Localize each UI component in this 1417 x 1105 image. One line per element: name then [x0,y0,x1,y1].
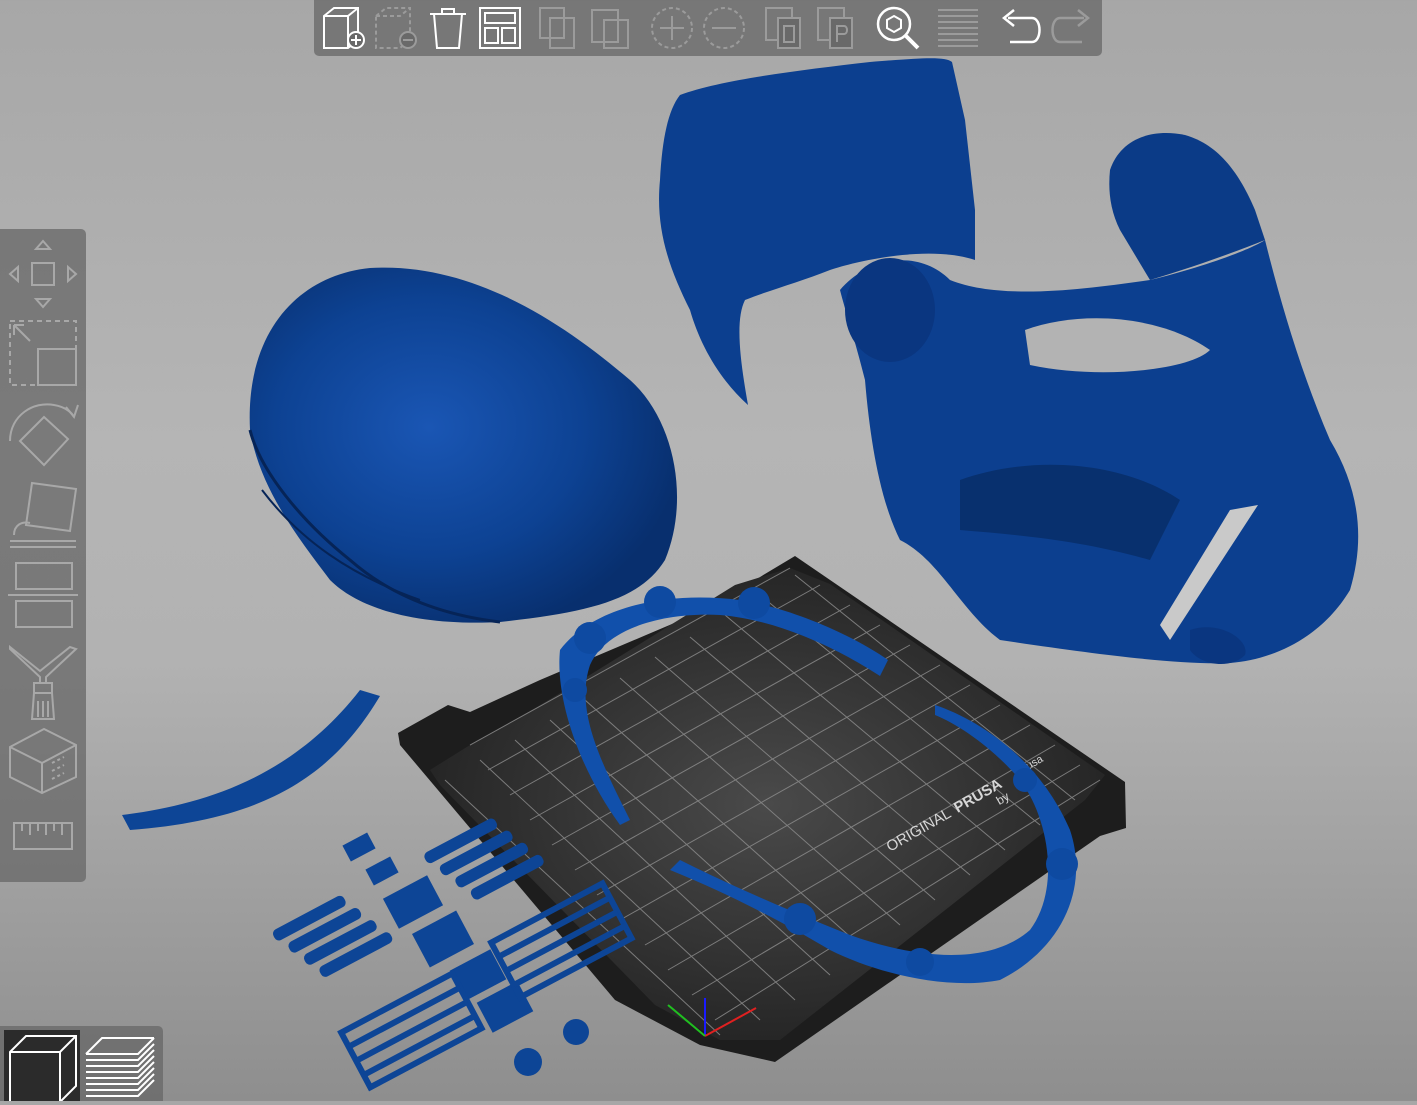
ruler-icon [13,822,73,850]
minus-circle-icon [703,7,745,49]
scale-icon [9,320,77,386]
rotate-icon [9,403,79,467]
search-button[interactable] [872,2,924,54]
view-toolbar [0,1026,163,1103]
copy-icon [539,7,575,49]
variable-layer-cube-icon [9,727,77,795]
copy-button[interactable] [534,2,586,54]
delete-all-button[interactable] [422,2,474,54]
3d-view-button[interactable] [4,1030,80,1103]
more-instances-button[interactable] [646,2,698,54]
plus-circle-icon [651,7,693,49]
paint-supports-tool-button[interactable] [4,641,82,723]
top-toolbar [314,0,1102,56]
add-cube-icon [323,7,365,49]
scene-canvas[interactable]: ORIGINAL PRUSA by Prusa [0,0,1417,1101]
undo-button[interactable] [994,2,1046,54]
paste-button[interactable] [586,2,638,54]
paste-icon [591,9,629,49]
arrange-button[interactable] [474,2,526,54]
fewer-instances-button[interactable] [698,2,750,54]
undo-icon [1001,9,1041,44]
preview-button[interactable] [82,1030,158,1101]
split-objects-button[interactable] [760,2,812,54]
left-toolbar [0,229,86,882]
3d-view-cube-icon [9,1035,77,1103]
model-helmet-body[interactable] [659,58,1359,665]
split-objects-icon [765,7,801,49]
add-button[interactable] [318,2,370,54]
cut-tool-button[interactable] [4,557,82,635]
trash-icon [430,8,466,49]
place-on-face-tool-button[interactable] [4,479,82,551]
delete-cube-icon [375,7,417,49]
model-helmet-dome[interactable] [248,267,678,624]
place-on-face-icon [10,481,78,548]
split-parts-button[interactable] [812,2,864,54]
delete-button[interactable] [370,2,422,54]
rotate-tool-button[interactable] [4,395,82,473]
layers-editing-button[interactable] [932,2,984,54]
move-icon [8,239,78,309]
move-tool-button[interactable] [4,235,82,313]
paint-supports-icon [9,644,78,720]
search-icon [876,6,920,50]
redo-icon [1051,9,1091,44]
scale-tool-button[interactable] [4,317,82,389]
model-strap-curve[interactable] [122,690,380,830]
split-parts-icon [817,7,853,49]
redo-button[interactable] [1046,2,1098,54]
layers-icon [938,9,978,47]
cut-icon [8,562,78,628]
3d-viewport[interactable]: ORIGINAL PRUSA by Prusa [0,0,1417,1101]
measure-tool-button[interactable] [4,811,82,861]
arrange-icon [479,7,521,49]
variable-layer-height-tool-button[interactable] [4,723,82,797]
preview-layers-icon [85,1037,155,1097]
